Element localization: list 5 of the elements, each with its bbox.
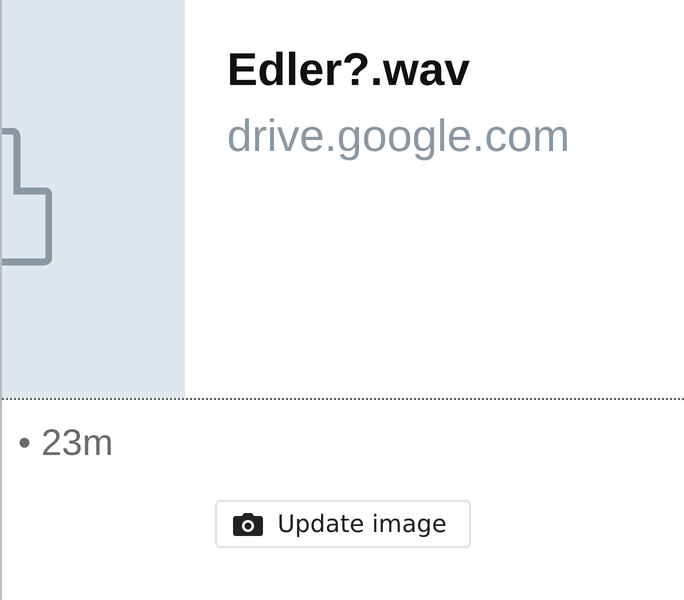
file-title: Edler?.wav [227,42,471,96]
timestamp-text: • 23m [17,421,114,464]
update-image-button[interactable]: Update image [215,500,471,548]
camera-icon [233,512,264,536]
domain-text: drive.google.com [227,110,570,162]
